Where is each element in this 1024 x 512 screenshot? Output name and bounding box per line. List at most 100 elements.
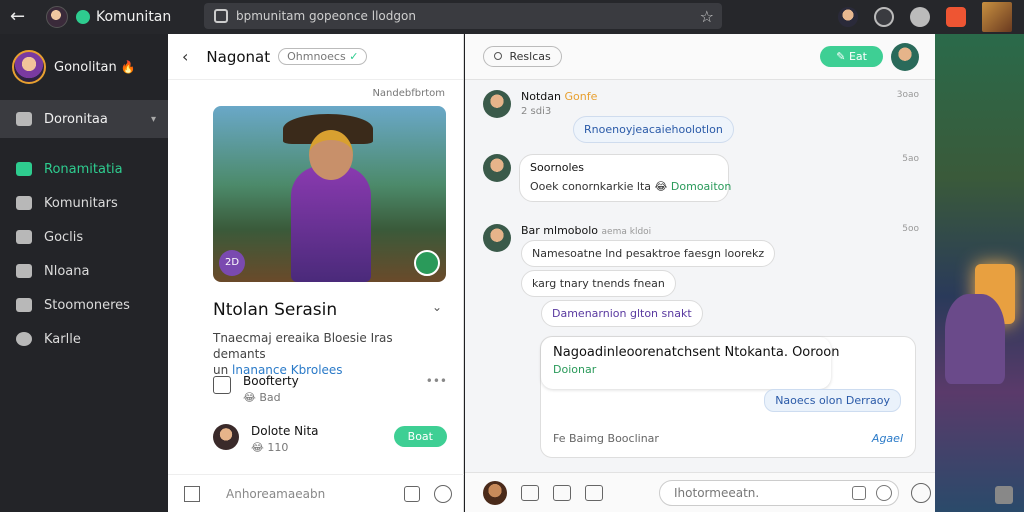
account-avatar[interactable] (982, 2, 1012, 32)
card-title: Nagoadinleoorenatchsent Ntokanta. Ooroon (553, 345, 840, 360)
profile-panel: ‹ Nagonat Ohmnoecs ✓ Nandebfbrtom 2D Nto… (168, 34, 464, 512)
list-item[interactable]: Dolote Nita 😂 110 Boat (213, 424, 447, 460)
news-icon (16, 264, 32, 278)
gear-icon (16, 298, 32, 312)
check-icon: ✓ (349, 50, 359, 63)
self-avatar[interactable] (483, 480, 507, 505)
author-sub: aema kldoi (601, 227, 652, 237)
notification-icon[interactable] (946, 7, 966, 27)
message-author: Notdan Gonfe (521, 90, 597, 103)
top-bar: ← Komunitan bpmunitam gopeonce llodgon ☆ (0, 0, 1024, 34)
channel-tag-label: Reslcas (509, 50, 551, 63)
edit-button-label: Eat (848, 50, 867, 63)
message-bubble[interactable]: Rnoenoyjeacaiehoolotlon (573, 116, 734, 143)
profile-input[interactable]: Anhoreamaeabn (226, 487, 404, 501)
top-right-icons (838, 0, 1024, 34)
profile-icon[interactable] (838, 7, 858, 27)
message-time: 5oo (902, 224, 919, 234)
bookmark-star-icon[interactable]: ☆ (700, 7, 714, 26)
list-item[interactable]: Boofterty 😂 Bad ••• (213, 374, 447, 410)
character-description: Tnaecmaj ereaika Bloesie Iras demants un… (213, 330, 443, 378)
sidebar-item-home[interactable]: Ronamitatia (0, 152, 168, 186)
character-name: Ntolan Serasin (213, 300, 338, 320)
message-bubble[interactable]: Namesoatne lnd pesaktroe faesgn loorekz (521, 240, 776, 267)
grid-icon[interactable] (184, 485, 200, 502)
profile-footer: Anhoreamaeabn (168, 474, 464, 512)
puzzle-icon[interactable] (995, 486, 1013, 504)
search-icon (16, 332, 32, 346)
list-item-sub: 😂 110 (251, 441, 289, 454)
selector-label: Doronitaa (44, 111, 108, 127)
profile-name: Nagonat (206, 47, 271, 66)
attach-icon[interactable] (852, 485, 866, 500)
card-chip[interactable]: Naoecs olon Derraoy (764, 389, 901, 412)
send-icon[interactable] (911, 482, 931, 503)
message-input[interactable]: Ihotormeeatn. (659, 479, 899, 506)
status-pill[interactable]: Ohmnoecs ✓ (278, 48, 368, 65)
chat-header: Reslcas ✎ Eat (465, 34, 935, 80)
users-icon (16, 196, 32, 210)
extension-icon[interactable] (910, 7, 930, 27)
chat-message: Notdan Gonfe 2 sdi3 3oao Rnoenoyjeacaieh… (483, 90, 919, 146)
message-author: Bar mlmobolo aema kldoi (521, 224, 651, 237)
chat-message: 5ao Soornoles Ooek conornkarkie lta 😂 Do… (483, 154, 919, 214)
document-icon (213, 376, 231, 394)
chat-user-avatar[interactable] (891, 42, 919, 71)
boat-button[interactable]: Boat (393, 426, 447, 447)
channel-dot-icon (494, 52, 502, 60)
card-sub: Doionar (553, 363, 597, 376)
message-card[interactable]: Nagoadinleoorenatchsent Ntokanta. Ooroon… (540, 336, 916, 458)
address-url[interactable]: bpmunitam gopeonce llodgon (236, 9, 700, 23)
list-item-sub: 😂 Bad (243, 391, 281, 404)
character-body (291, 166, 371, 282)
attach-icon[interactable] (404, 485, 420, 502)
hero-badge-left[interactable]: 2D (219, 250, 245, 276)
fire-icon: 🔥 (120, 60, 136, 74)
sidebar-item-communities[interactable]: Komunitars (0, 186, 168, 220)
sidebar-item-label: Komunitars (44, 195, 118, 211)
message-avatar[interactable] (483, 224, 511, 252)
message-bubble[interactable]: Damenarnion glton snakt (541, 300, 703, 327)
message-bubble[interactable]: Soornoles Ooek conornkarkie lta 😂 Domoai… (519, 154, 731, 202)
message-avatar[interactable] (483, 154, 511, 182)
edit-button[interactable]: ✎ Eat (820, 46, 883, 67)
emoji-icon[interactable] (434, 484, 452, 503)
message-input-placeholder: Ihotormeeatn. (674, 485, 760, 500)
description-line: Tnaecmaj ereaika Bloesie Iras demants (213, 331, 393, 361)
bubble-author: Soornoles (530, 161, 585, 174)
message-bubble[interactable]: karg tnary tnends fnean (521, 270, 676, 297)
list-item-title: Boofterty (243, 374, 299, 388)
author-name: Notdan (521, 90, 561, 103)
sidebar-item-search[interactable]: Karlle (0, 322, 168, 356)
sidebar-item-settings[interactable]: Stoomoneres (0, 288, 168, 322)
sidebar-item-guilds[interactable]: Goclis (0, 220, 168, 254)
home-icon[interactable] (521, 484, 539, 501)
lock-icon[interactable] (585, 484, 603, 501)
game-icon[interactable] (553, 484, 571, 501)
sidebar-item-news[interactable]: Nloana (0, 254, 168, 288)
message-avatar[interactable] (483, 90, 511, 118)
card-footer-link[interactable]: Agael (872, 432, 903, 445)
chat-panel: Reslcas ✎ Eat Notdan Gonfe 2 sdi3 3oao R… (465, 34, 935, 512)
back-arrow-icon[interactable]: ← (10, 8, 32, 26)
emoji-icon[interactable] (876, 484, 892, 501)
bubble-text: Ooek conornkarkie lta (530, 180, 652, 193)
channel-tag[interactable]: Reslcas (483, 46, 562, 67)
character-image[interactable]: 2D (213, 106, 446, 282)
sidebar-item-label: Ronamitatia (44, 161, 123, 177)
sidebar: Gonolitan 🔥 Doronitaa ▾ Ronamitatia Komu… (0, 34, 168, 512)
hero-badge-right-icon[interactable] (414, 250, 440, 276)
chevron-left-icon[interactable]: ‹ (182, 47, 188, 66)
community-logo[interactable] (12, 50, 46, 84)
card-footer-left: Fe Baimg Booclinar (553, 432, 659, 445)
user-avatar[interactable] (46, 6, 68, 28)
refresh-icon[interactable] (874, 7, 894, 27)
sidebar-item-label: Goclis (44, 229, 84, 245)
sidebar-selector[interactable]: Doronitaa ▾ (0, 100, 168, 138)
message-time: 5ao (902, 154, 919, 164)
address-bar[interactable]: bpmunitam gopeonce llodgon ☆ (204, 3, 722, 29)
more-icon[interactable]: ••• (426, 374, 447, 388)
chevron-down-icon[interactable]: ⌄ (432, 300, 442, 314)
author-name: Bar mlmobolo (521, 224, 599, 237)
chat-message: Bar mlmobolo aema kldoi 5oo Namesoatne l… (483, 224, 919, 334)
